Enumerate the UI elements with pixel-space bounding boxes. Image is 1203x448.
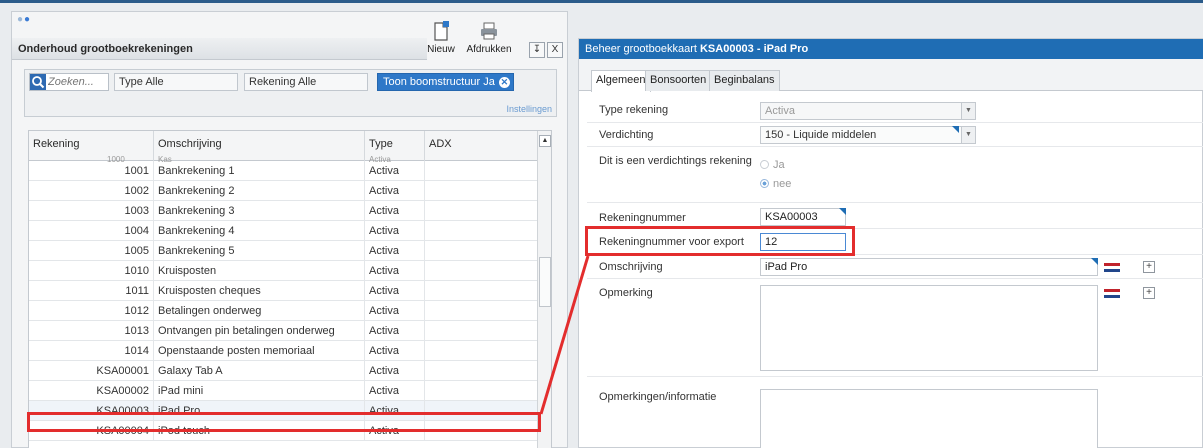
highlight-connector-line [539,255,590,415]
